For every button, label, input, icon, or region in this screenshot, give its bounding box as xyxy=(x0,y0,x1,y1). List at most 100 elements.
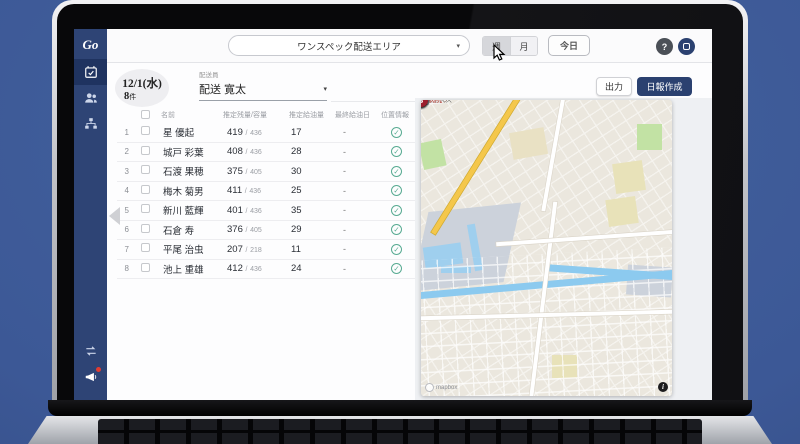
laptop-keyboard-deck xyxy=(28,416,772,444)
customer-name: 石倉 寿 xyxy=(161,223,223,237)
chevron-down-icon: ▾ xyxy=(323,85,327,93)
row-number: 8 xyxy=(117,264,133,273)
record-count: 8件 xyxy=(115,91,136,102)
table-row[interactable]: 3 石渡 果穂 375 / 405 30 - ✓ xyxy=(117,162,417,182)
toolbar-divider xyxy=(331,101,417,102)
remain-capacity-cell: 419 / 436 xyxy=(223,127,289,138)
header-remain: 推定残量/容量 xyxy=(223,110,289,120)
location-check-icon[interactable]: ✓ xyxy=(391,127,402,138)
map-facility-area xyxy=(605,196,639,227)
refuel-amount-cell: 28 xyxy=(289,146,335,157)
swap-arrows-icon xyxy=(84,344,98,358)
sidebar-item-swap[interactable] xyxy=(74,338,107,364)
location-check-icon[interactable]: ✓ xyxy=(391,244,402,255)
remain-capacity-cell: 375 / 405 xyxy=(223,166,289,177)
row-checkbox[interactable] xyxy=(141,146,150,155)
refuel-amount-cell: 24 xyxy=(289,263,335,274)
select-all-checkbox[interactable] xyxy=(141,110,150,119)
export-button[interactable]: 出力 xyxy=(596,77,632,96)
megaphone-icon xyxy=(84,370,98,384)
selected-date: 12/1(水) xyxy=(122,75,162,91)
laptop-screen-frame: Go xyxy=(52,0,748,400)
table-row[interactable]: 7 平尾 治虫 207 / 218 11 - ✓ xyxy=(117,240,417,260)
driver-label: 配送員 xyxy=(199,69,327,79)
map-info-button[interactable]: i xyxy=(658,382,668,392)
sidebar-item-organization[interactable] xyxy=(74,111,107,137)
refuel-amount-cell: 29 xyxy=(289,224,335,235)
refuel-amount-cell: 25 xyxy=(289,185,335,196)
header-last-date: 最終給油日 xyxy=(335,110,381,120)
sidebar-item-schedule[interactable] xyxy=(74,59,107,85)
table-row[interactable]: 4 梅木 菊男 411 / 436 25 - ✓ xyxy=(117,182,417,202)
row-checkbox[interactable] xyxy=(141,224,150,233)
laptop-bezel: Go xyxy=(57,4,743,400)
create-report-button[interactable]: 日報作成 xyxy=(637,77,692,96)
customer-name: 平尾 治虫 xyxy=(161,242,223,256)
remain-capacity-cell: 376 / 405 xyxy=(223,224,289,235)
row-checkbox[interactable] xyxy=(141,263,150,272)
last-refuel-date-cell: - xyxy=(335,127,381,137)
last-refuel-date-cell: - xyxy=(335,225,381,235)
app-window: Go xyxy=(74,29,712,400)
help-button[interactable]: ? xyxy=(656,38,673,55)
row-checkbox[interactable] xyxy=(141,185,150,194)
row-number: 4 xyxy=(117,186,133,195)
month-view-button[interactable]: 月 xyxy=(510,37,537,55)
remain-capacity-cell: 408 / 436 xyxy=(223,146,289,157)
app-logo: Go xyxy=(83,29,99,59)
table-row[interactable]: 5 新川 藍輝 401 / 436 35 - ✓ xyxy=(117,201,417,221)
row-checkbox[interactable] xyxy=(141,165,150,174)
row-checkbox[interactable] xyxy=(141,243,150,252)
last-refuel-date-cell: - xyxy=(335,205,381,215)
location-check-icon[interactable]: ✓ xyxy=(391,166,402,177)
customer-name: 石渡 果穂 xyxy=(161,164,223,178)
refuel-amount-cell: 11 xyxy=(289,244,335,255)
laptop-keyboard xyxy=(98,419,702,444)
header-refuel: 推定給油量 xyxy=(289,110,335,120)
mouse-cursor xyxy=(493,44,506,66)
sidebar-item-announcements[interactable] xyxy=(74,364,107,390)
customer-name: 城戸 彩葉 xyxy=(161,145,223,159)
collapse-left-chevron[interactable] xyxy=(109,207,120,225)
customer-name: 池上 重雄 xyxy=(161,262,223,276)
last-refuel-date-cell: - xyxy=(335,244,381,254)
map[interactable]: 秋月2条 永山1条 旭川三菱病院 スーパーセンター トライアル 永山公園 ' xyxy=(421,100,672,396)
table-row[interactable]: 6 石倉 寿 376 / 405 29 - ✓ xyxy=(117,221,417,241)
table-row[interactable]: 1 星 優起 419 / 436 17 - ✓ xyxy=(117,123,417,143)
location-check-icon[interactable]: ✓ xyxy=(391,185,402,196)
today-button[interactable]: 今日 xyxy=(548,35,590,56)
location-check-icon[interactable]: ✓ xyxy=(391,205,402,216)
map-park xyxy=(637,124,662,151)
location-check-icon[interactable]: ✓ xyxy=(391,146,402,157)
header-location: 位置情報 xyxy=(381,110,413,120)
account-button[interactable] xyxy=(678,38,695,55)
table-row[interactable]: 8 池上 重雄 412 / 436 24 - ✓ xyxy=(117,260,417,280)
map-facility-area xyxy=(612,160,646,193)
remain-capacity-cell: 412 / 436 xyxy=(223,263,289,274)
org-chart-icon xyxy=(84,117,98,131)
delivery-area-value: ワンスペック配送エリア xyxy=(297,39,401,53)
location-check-icon[interactable]: ✓ xyxy=(391,224,402,235)
delivery-table: 名前 推定残量/容量 推定給油量 最終給油日 位置情報 1 xyxy=(117,107,417,279)
customer-name: 星 優起 xyxy=(161,125,223,139)
delivery-area-select[interactable]: ワンスペック配送エリア ▾ xyxy=(228,35,470,56)
customer-name: 新川 藍輝 xyxy=(161,203,223,217)
last-refuel-date-cell: - xyxy=(335,166,381,176)
last-refuel-date-cell: - xyxy=(335,264,381,274)
location-check-icon[interactable]: ✓ xyxy=(391,263,402,274)
remain-capacity-cell: 401 / 436 xyxy=(223,205,289,216)
refuel-amount-cell: 30 xyxy=(289,166,335,177)
refuel-amount-cell: 17 xyxy=(289,127,335,138)
notification-dot xyxy=(96,367,101,372)
app-logo-icon xyxy=(683,43,690,50)
row-checkbox[interactable] xyxy=(141,126,150,135)
sidebar-item-members[interactable] xyxy=(74,85,107,111)
header-name: 名前 xyxy=(161,110,223,120)
refuel-amount-cell: 35 xyxy=(289,205,335,216)
last-refuel-date-cell: - xyxy=(335,186,381,196)
people-icon xyxy=(84,91,98,105)
table-row[interactable]: 2 城戸 彩葉 408 / 436 28 - ✓ xyxy=(117,143,417,163)
driver-select[interactable]: 配送 寛太 ▾ xyxy=(199,81,327,101)
row-checkbox[interactable] xyxy=(141,204,150,213)
laptop-hinge xyxy=(48,400,752,416)
